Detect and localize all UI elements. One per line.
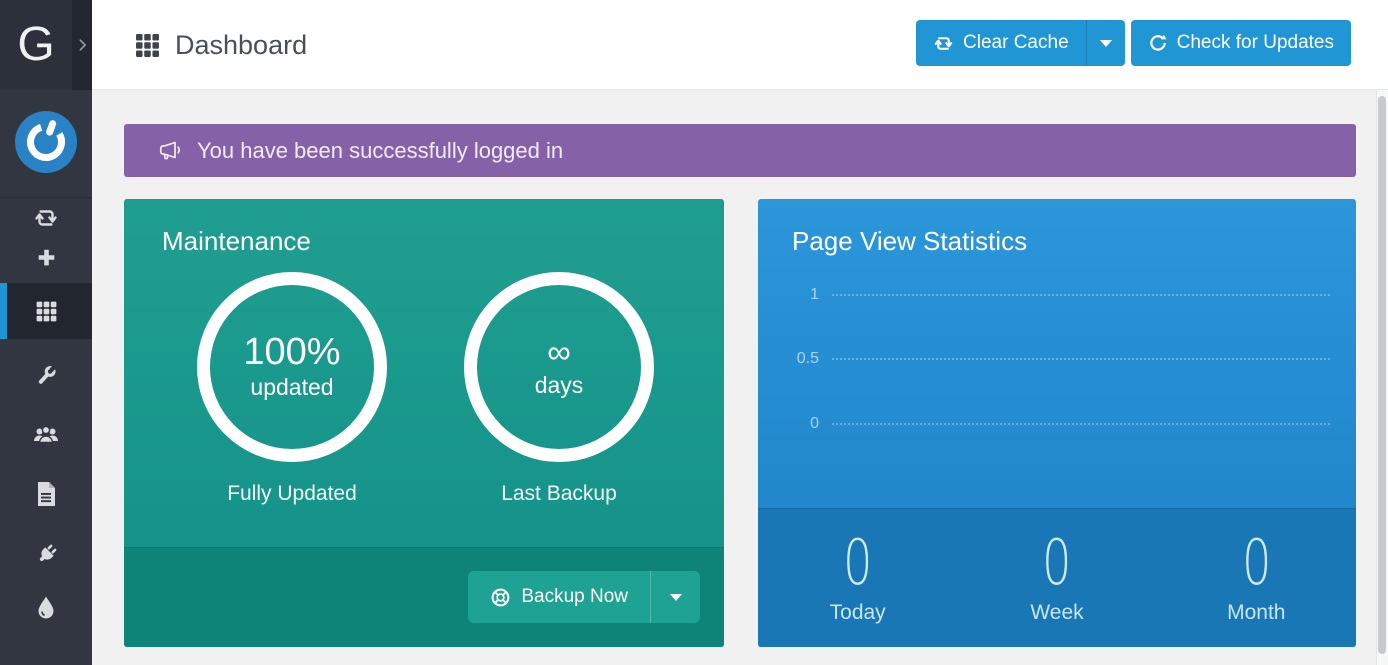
sidebar: G (0, 0, 92, 665)
gridline (832, 358, 1330, 360)
backup-now-label: Backup Now (521, 586, 628, 608)
stat-today: 0 Today (758, 509, 957, 647)
retweet-icon (933, 33, 954, 54)
scrollbar-track[interactable] (1376, 90, 1388, 665)
backup-button-group: Backup Now (468, 571, 700, 623)
sidebar-item-plugins[interactable] (0, 533, 92, 577)
updated-value: 100% (243, 333, 340, 373)
logout-power-button[interactable] (15, 111, 77, 173)
stat-week: 0 Week (957, 509, 1156, 647)
last-backup-value: ∞ (547, 335, 571, 370)
file-icon (35, 481, 57, 507)
gridline-row: 1 (758, 285, 1330, 305)
updated-gauge: 100% updated (197, 272, 387, 462)
last-backup-caption: Last Backup (464, 482, 654, 506)
page-view-statistics-panel: Page View Statistics 1 0.5 0 0 Today 0 (758, 199, 1356, 647)
grid-icon (34, 299, 59, 324)
refresh-icon (1148, 33, 1168, 53)
stat-month-label: Month (1227, 601, 1285, 625)
sidebar-item-theme[interactable] (0, 586, 92, 630)
y-tick-label: 0 (758, 415, 832, 433)
gridline-row: 0 (758, 414, 1330, 434)
stat-today-value: 0 (843, 532, 872, 594)
y-tick-label: 1 (758, 286, 832, 304)
stat-today-label: Today (830, 601, 886, 625)
last-backup-unit: days (535, 372, 584, 399)
maintenance-footer: Backup Now (124, 547, 724, 647)
page-title: Dashboard (175, 30, 307, 61)
users-icon (32, 422, 60, 446)
statistics-footer: 0 Today 0 Week 0 Month (758, 508, 1356, 647)
scrollbar-thumb[interactable] (1378, 96, 1386, 654)
sidebar-item-settings[interactable] (0, 353, 92, 397)
updated-unit: updated (250, 374, 333, 401)
statistics-title: Page View Statistics (792, 226, 1027, 257)
power-icon (15, 111, 77, 173)
logo-letter: G (17, 21, 54, 69)
clear-cache-button[interactable]: Clear Cache (916, 20, 1086, 66)
sidebar-item-add[interactable] (0, 235, 92, 279)
check-for-updates-button[interactable]: Check for Updates (1131, 20, 1351, 66)
sidebar-item-pages[interactable] (0, 472, 92, 516)
plus-icon (34, 245, 59, 270)
wrench-icon (34, 363, 59, 388)
stat-month-value: 0 (1242, 532, 1271, 594)
droplet-icon (36, 595, 56, 621)
app-logo[interactable]: G (0, 0, 72, 90)
active-item-indicator (0, 283, 7, 339)
clear-cache-label: Clear Cache (963, 32, 1069, 54)
gridline-row: 0.5 (758, 349, 1330, 369)
header: Dashboard Clear Cache (92, 0, 1388, 90)
maintenance-panel: Maintenance 100% updated ∞ days Fully Up… (124, 199, 724, 647)
stat-month: 0 Month (1157, 509, 1356, 647)
caret-down-icon (670, 594, 682, 601)
sidebar-item-users[interactable] (0, 412, 92, 456)
maintenance-title: Maintenance (162, 226, 311, 257)
caret-down-icon (1100, 40, 1112, 47)
stat-week-label: Week (1030, 601, 1083, 625)
notification-banner: You have been successfully logged in (124, 124, 1356, 177)
header-actions: Clear Cache Check for Updates (916, 20, 1351, 66)
life-ring-icon (490, 587, 511, 608)
y-tick-label: 0.5 (758, 350, 832, 368)
sidebar-collapse-strip[interactable] (72, 0, 92, 90)
last-backup-gauge: ∞ days (464, 272, 654, 462)
sidebar-item-dashboard[interactable] (0, 283, 92, 339)
backup-now-button[interactable]: Backup Now (468, 571, 650, 623)
sidebar-item-refresh[interactable] (0, 196, 92, 240)
retweet-icon (33, 205, 59, 231)
backup-dropdown-toggle[interactable] (650, 571, 700, 623)
chevron-right-icon (78, 38, 87, 52)
check-for-updates-label: Check for Updates (1177, 32, 1334, 54)
plug-icon (33, 542, 59, 568)
clear-cache-dropdown-toggle[interactable] (1086, 20, 1125, 66)
gridline (832, 423, 1330, 425)
page-title-wrap: Dashboard (133, 0, 307, 90)
page-views-chart: 1 0.5 0 (758, 269, 1356, 509)
gridline (832, 294, 1330, 296)
megaphone-icon (158, 139, 184, 163)
updated-caption: Fully Updated (197, 482, 387, 506)
notification-message: You have been successfully logged in (197, 138, 563, 164)
stat-week-value: 0 (1042, 532, 1071, 594)
clear-cache-button-group: Clear Cache (916, 20, 1125, 66)
dashboard-grid-icon (133, 31, 162, 60)
